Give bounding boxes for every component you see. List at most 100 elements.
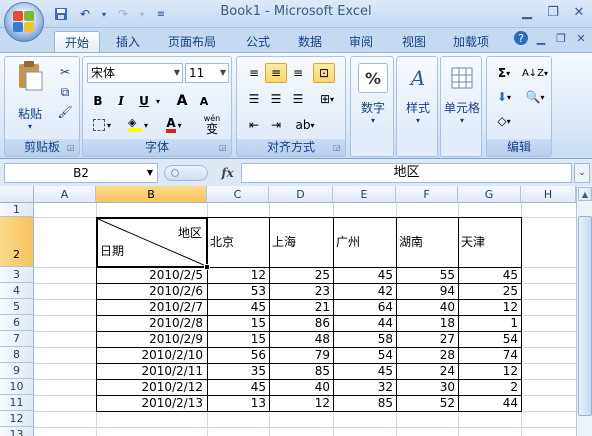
value-cell[interactable]: 25 xyxy=(270,267,332,283)
value-cell[interactable]: 86 xyxy=(270,315,332,331)
close-icon[interactable]: ✕ xyxy=(568,3,590,21)
fill-color-button[interactable]: ◈ ▾ xyxy=(123,115,153,135)
date-cell[interactable]: 2010/2/9 xyxy=(97,331,205,347)
align-right-icon[interactable]: ☰ xyxy=(287,89,309,109)
value-cell[interactable]: 27 xyxy=(397,331,457,347)
value-cell[interactable]: 2 xyxy=(459,379,520,395)
insert-function-button[interactable]: fx xyxy=(214,163,241,183)
row-header-2[interactable]: 2 xyxy=(0,217,34,267)
clear-icon[interactable]: ◇ ▾ xyxy=(491,111,517,131)
value-cell[interactable]: 12 xyxy=(270,395,332,411)
header-cell[interactable]: 湖南 xyxy=(397,234,457,250)
scroll-up-icon[interactable]: ▲ xyxy=(578,187,592,201)
value-cell[interactable]: 94 xyxy=(397,283,457,299)
value-cell[interactable]: 18 xyxy=(397,315,457,331)
column-header-d[interactable]: D xyxy=(269,186,333,203)
align-bottom-icon[interactable]: ≡ xyxy=(287,63,309,83)
phonetic-button[interactable]: wén 变 xyxy=(195,113,229,137)
ribbon-restore-icon[interactable]: ❐ xyxy=(554,31,568,45)
value-cell[interactable]: 13 xyxy=(208,395,268,411)
redo-dropdown-icon[interactable]: ▾ xyxy=(138,5,146,23)
value-cell[interactable]: 24 xyxy=(397,363,457,379)
date-cell[interactable]: 2010/2/12 xyxy=(97,379,205,395)
ribbon-close-icon[interactable]: ✕ xyxy=(574,31,588,45)
undo-dropdown-icon[interactable]: ▾ xyxy=(100,5,108,23)
font-launcher-icon[interactable]: ◲ xyxy=(219,143,229,153)
fill-down-icon[interactable]: ⬇ ▾ xyxy=(491,87,517,107)
header-cell[interactable]: 上海 xyxy=(270,234,332,250)
redo-icon[interactable]: ↷ xyxy=(114,5,132,23)
formula-bar-resize-handle[interactable] xyxy=(164,165,208,181)
value-cell[interactable]: 56 xyxy=(208,347,268,363)
tab-addins[interactable]: 加载项 xyxy=(446,31,496,52)
value-cell[interactable]: 28 xyxy=(397,347,457,363)
row-header-9[interactable]: 9 xyxy=(0,363,34,379)
header-cell[interactable]: 北京 xyxy=(208,234,268,250)
cut-icon[interactable]: ✂ xyxy=(55,63,75,81)
tab-formulas[interactable]: 公式 xyxy=(236,31,280,52)
formula-input[interactable]: 地区 xyxy=(241,163,572,183)
bold-button[interactable]: B xyxy=(87,91,109,111)
font-color-button[interactable]: A ▾ xyxy=(159,115,189,135)
value-cell[interactable]: 40 xyxy=(397,299,457,315)
value-cell[interactable]: 54 xyxy=(459,331,520,347)
value-cell[interactable]: 15 xyxy=(208,315,268,331)
customize-qat-icon[interactable]: ≡ xyxy=(152,5,170,23)
value-cell[interactable]: 32 xyxy=(334,379,395,395)
value-cell[interactable]: 1 xyxy=(459,315,520,331)
font-name-select[interactable]: 宋体 ▼ xyxy=(87,63,183,83)
value-cell[interactable]: 85 xyxy=(334,395,395,411)
value-cell[interactable]: 79 xyxy=(270,347,332,363)
value-cell[interactable]: 45 xyxy=(459,267,520,283)
help-icon[interactable]: ? xyxy=(514,31,528,45)
selected-cell-b2[interactable]: 地区 日期 xyxy=(96,217,210,270)
styles-group[interactable]: A 样式 ▾ xyxy=(396,56,438,157)
date-cell[interactable]: 2010/2/6 xyxy=(97,283,205,299)
tab-view[interactable]: 视图 xyxy=(392,31,436,52)
row-header-6[interactable]: 6 xyxy=(0,315,34,331)
number-button[interactable]: % 数字 ▾ xyxy=(353,63,393,125)
value-cell[interactable]: 64 xyxy=(334,299,395,315)
value-cell[interactable]: 58 xyxy=(334,331,395,347)
column-header-f[interactable]: F xyxy=(396,186,458,203)
shrink-font-button[interactable]: A xyxy=(193,91,215,111)
row-header-5[interactable]: 5 xyxy=(0,299,34,315)
value-cell[interactable]: 30 xyxy=(397,379,457,395)
value-cell[interactable]: 42 xyxy=(334,283,395,299)
value-cell[interactable]: 44 xyxy=(459,395,520,411)
value-cell[interactable]: 85 xyxy=(270,363,332,379)
value-cell[interactable]: 12 xyxy=(459,299,520,315)
office-button[interactable] xyxy=(4,2,44,42)
date-cell[interactable]: 2010/2/11 xyxy=(97,363,205,379)
vertical-scrollbar[interactable]: ▲ xyxy=(576,186,592,436)
row-header-1[interactable]: 1 xyxy=(0,203,34,217)
increase-indent-icon[interactable]: ⇥ xyxy=(265,115,287,135)
value-cell[interactable]: 25 xyxy=(459,283,520,299)
number-group[interactable]: % 数字 ▾ xyxy=(350,56,394,157)
cells-group[interactable]: 单元格 ▾ xyxy=(440,56,482,157)
value-cell[interactable]: 54 xyxy=(334,347,395,363)
orientation-icon[interactable]: ab ▾ xyxy=(291,115,319,135)
align-top-icon[interactable]: ≡ xyxy=(243,63,265,83)
tab-page-layout[interactable]: 页面布局 xyxy=(160,31,224,52)
underline-dropdown-icon[interactable]: ▾ xyxy=(153,91,163,111)
row-header-13[interactable]: 13 xyxy=(0,427,34,436)
value-cell[interactable]: 40 xyxy=(270,379,332,395)
column-header-g[interactable]: G xyxy=(458,186,521,203)
value-cell[interactable]: 21 xyxy=(270,299,332,315)
value-cell[interactable]: 52 xyxy=(397,395,457,411)
wrap-text-icon[interactable]: ⊡ xyxy=(313,63,335,83)
column-header-a[interactable]: A xyxy=(34,186,96,203)
copy-icon[interactable]: ⧉ xyxy=(55,83,75,101)
row-header-4[interactable]: 4 xyxy=(0,283,34,299)
row-header-7[interactable]: 7 xyxy=(0,331,34,347)
value-cell[interactable]: 55 xyxy=(397,267,457,283)
tab-data[interactable]: 数据 xyxy=(288,31,332,52)
column-header-e[interactable]: E xyxy=(333,186,396,203)
value-cell[interactable]: 53 xyxy=(208,283,268,299)
format-painter-icon[interactable]: 🖌 xyxy=(55,103,75,121)
alignment-launcher-icon[interactable]: ◲ xyxy=(333,143,343,153)
value-cell[interactable]: 12 xyxy=(459,363,520,379)
tab-review[interactable]: 审阅 xyxy=(339,31,383,52)
value-cell[interactable]: 45 xyxy=(208,379,268,395)
